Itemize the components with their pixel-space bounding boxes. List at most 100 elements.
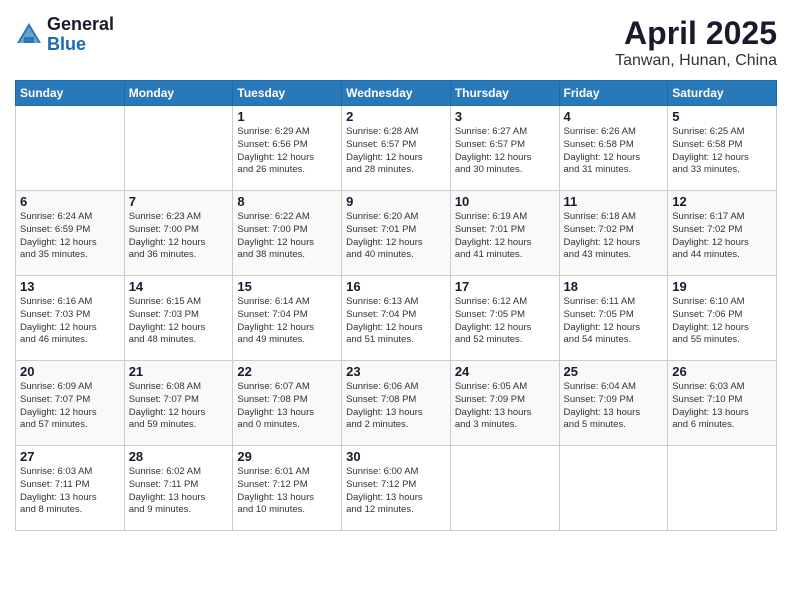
day-number: 22 — [237, 364, 337, 379]
calendar-cell — [668, 446, 777, 531]
header-row: SundayMondayTuesdayWednesdayThursdayFrid… — [16, 81, 777, 106]
calendar-cell: 30 Sunrise: 6:00 AM Sunset: 7:12 PM Dayli… — [342, 446, 451, 531]
day-info: Sunrise: 6:29 AM Sunset: 6:56 PM Dayligh… — [237, 126, 314, 175]
day-number: 18 — [564, 279, 664, 294]
calendar-cell: 9Sunrise: 6:20 AM Sunset: 7:01 PM Daylig… — [342, 191, 451, 276]
calendar-cell: 26 Sunrise: 6:03 AM Sunset: 7:10 PM Dayli… — [668, 361, 777, 446]
calendar-cell: 7Sunrise: 6:23 AM Sunset: 7:00 PM Daylig… — [124, 191, 233, 276]
calendar-cell: 27 Sunrise: 6:03 AM Sunset: 7:11 PM Dayli… — [16, 446, 125, 531]
calendar-cell: 29 Sunrise: 6:01 AM Sunset: 7:12 PM Dayli… — [233, 446, 342, 531]
day-info: Sunrise: 6:07 AM Sunset: 7:08 PM Dayligh… — [237, 381, 314, 430]
calendar-cell: 20Sunrise: 6:09 AM Sunset: 7:07 PM Dayli… — [16, 361, 125, 446]
day-number: 19 — [672, 279, 772, 294]
title-block: April 2025 Tanwan, Hunan, China — [615, 15, 777, 70]
day-info: Sunrise: 6:24 AM Sunset: 6:59 PM Dayligh… — [20, 211, 97, 260]
calendar-cell: 11 Sunrise: 6:18 AM Sunset: 7:02 PM Dayli… — [559, 191, 668, 276]
calendar-cell: 5 Sunrise: 6:25 AM Sunset: 6:58 PM Daylig… — [668, 106, 777, 191]
day-info: Sunrise: 6:10 AM Sunset: 7:06 PM Dayligh… — [672, 296, 749, 345]
calendar-cell: 25 Sunrise: 6:04 AM Sunset: 7:09 PM Dayli… — [559, 361, 668, 446]
day-info: Sunrise: 6:18 AM Sunset: 7:02 PM Dayligh… — [564, 211, 641, 260]
calendar-cell: 18 Sunrise: 6:11 AM Sunset: 7:05 PM Dayli… — [559, 276, 668, 361]
day-info: Sunrise: 6:06 AM Sunset: 7:08 PM Dayligh… — [346, 381, 423, 430]
day-number: 30 — [346, 449, 446, 464]
calendar-cell: 22 Sunrise: 6:07 AM Sunset: 7:08 PM Dayli… — [233, 361, 342, 446]
week-row-4: 27 Sunrise: 6:03 AM Sunset: 7:11 PM Dayli… — [16, 446, 777, 531]
day-number: 23 — [346, 364, 446, 379]
day-number: 1 — [237, 109, 337, 124]
calendar-cell: 8 Sunrise: 6:22 AM Sunset: 7:00 PM Daylig… — [233, 191, 342, 276]
day-info: Sunrise: 6:01 AM Sunset: 7:12 PM Dayligh… — [237, 466, 314, 515]
calendar-cell — [16, 106, 125, 191]
calendar-cell: 24 Sunrise: 6:05 AM Sunset: 7:09 PM Dayli… — [450, 361, 559, 446]
day-number: 8 — [237, 194, 337, 209]
day-info: Sunrise: 6:20 AM Sunset: 7:01 PM Dayligh… — [346, 211, 423, 260]
calendar-cell: 23 Sunrise: 6:06 AM Sunset: 7:08 PM Dayli… — [342, 361, 451, 446]
day-info: Sunrise: 6:14 AM Sunset: 7:04 PM Dayligh… — [237, 296, 314, 345]
day-info: Sunrise: 6:12 AM Sunset: 7:05 PM Dayligh… — [455, 296, 532, 345]
week-row-2: 13 Sunrise: 6:16 AM Sunset: 7:03 PM Dayli… — [16, 276, 777, 361]
day-info: Sunrise: 6:22 AM Sunset: 7:00 PM Dayligh… — [237, 211, 314, 260]
calendar-cell — [559, 446, 668, 531]
page-title: April 2025 — [615, 15, 777, 52]
header-cell-sunday: Sunday — [16, 81, 125, 106]
day-number: 26 — [672, 364, 772, 379]
day-number: 29 — [237, 449, 337, 464]
calendar-cell: 6 Sunrise: 6:24 AM Sunset: 6:59 PM Daylig… — [16, 191, 125, 276]
day-number: 4 — [564, 109, 664, 124]
day-info: Sunrise: 6:25 AM Sunset: 6:58 PM Dayligh… — [672, 126, 749, 175]
day-info: Sunrise: 6:00 AM Sunset: 7:12 PM Dayligh… — [346, 466, 423, 515]
day-number: 14 — [129, 279, 229, 294]
day-info: Sunrise: 6:15 AM Sunset: 7:03 PM Dayligh… — [129, 296, 206, 345]
page: General Blue April 2025 Tanwan, Hunan, C… — [0, 0, 792, 612]
calendar-cell: 14 Sunrise: 6:15 AM Sunset: 7:03 PM Dayli… — [124, 276, 233, 361]
header-cell-wednesday: Wednesday — [342, 81, 451, 106]
day-info: Sunrise: 6:17 AM Sunset: 7:02 PM Dayligh… — [672, 211, 749, 260]
day-info: Sunrise: 6:23 AM Sunset: 7:00 PM Dayligh… — [129, 211, 206, 260]
calendar-cell: 2 Sunrise: 6:28 AM Sunset: 6:57 PM Daylig… — [342, 106, 451, 191]
calendar-cell: 4 Sunrise: 6:26 AM Sunset: 6:58 PM Daylig… — [559, 106, 668, 191]
day-number: 24 — [455, 364, 555, 379]
calendar-cell: 19 Sunrise: 6:10 AM Sunset: 7:06 PM Dayli… — [668, 276, 777, 361]
day-info: Sunrise: 6:05 AM Sunset: 7:09 PM Dayligh… — [455, 381, 532, 430]
day-info: Sunrise: 6:02 AM Sunset: 7:11 PM Dayligh… — [129, 466, 206, 515]
day-info: Sunrise: 6:26 AM Sunset: 6:58 PM Dayligh… — [564, 126, 641, 175]
day-info: Sunrise: 6:16 AM Sunset: 7:03 PM Dayligh… — [20, 296, 97, 345]
header-cell-thursday: Thursday — [450, 81, 559, 106]
day-number: 6 — [20, 194, 120, 209]
logo: General Blue — [15, 15, 114, 55]
calendar-cell: 15 Sunrise: 6:14 AM Sunset: 7:04 PM Dayli… — [233, 276, 342, 361]
day-number: 13 — [20, 279, 120, 294]
day-number: 28 — [129, 449, 229, 464]
calendar-header: SundayMondayTuesdayWednesdayThursdayFrid… — [16, 81, 777, 106]
logo-icon — [15, 21, 43, 49]
day-number: 27 — [20, 449, 120, 464]
calendar-cell — [450, 446, 559, 531]
day-info: Sunrise: 6:28 AM Sunset: 6:57 PM Dayligh… — [346, 126, 423, 175]
day-number: 12 — [672, 194, 772, 209]
day-info: Sunrise: 6:04 AM Sunset: 7:09 PM Dayligh… — [564, 381, 641, 430]
day-number: 11 — [564, 194, 664, 209]
day-number: 3 — [455, 109, 555, 124]
calendar-cell: 3Sunrise: 6:27 AM Sunset: 6:57 PM Daylig… — [450, 106, 559, 191]
day-info: Sunrise: 6:03 AM Sunset: 7:11 PM Dayligh… — [20, 466, 97, 515]
header-cell-monday: Monday — [124, 81, 233, 106]
page-subtitle: Tanwan, Hunan, China — [615, 52, 777, 70]
day-info: Sunrise: 6:08 AM Sunset: 7:07 PM Dayligh… — [129, 381, 206, 430]
logo-general-text: General — [47, 15, 114, 35]
day-info: Sunrise: 6:19 AM Sunset: 7:01 PM Dayligh… — [455, 211, 532, 260]
calendar-cell: 12 Sunrise: 6:17 AM Sunset: 7:02 PM Dayli… — [668, 191, 777, 276]
calendar-cell: 1 Sunrise: 6:29 AM Sunset: 6:56 PM Daylig… — [233, 106, 342, 191]
day-number: 15 — [237, 279, 337, 294]
day-number: 20 — [20, 364, 120, 379]
day-number: 16 — [346, 279, 446, 294]
day-info: Sunrise: 6:03 AM Sunset: 7:10 PM Dayligh… — [672, 381, 749, 430]
day-number: 10 — [455, 194, 555, 209]
day-number: 2 — [346, 109, 446, 124]
week-row-3: 20Sunrise: 6:09 AM Sunset: 7:07 PM Dayli… — [16, 361, 777, 446]
day-number: 5 — [672, 109, 772, 124]
day-info: Sunrise: 6:13 AM Sunset: 7:04 PM Dayligh… — [346, 296, 423, 345]
day-number: 25 — [564, 364, 664, 379]
header-cell-tuesday: Tuesday — [233, 81, 342, 106]
calendar-cell: 16 Sunrise: 6:13 AM Sunset: 7:04 PM Dayli… — [342, 276, 451, 361]
day-info: Sunrise: 6:11 AM Sunset: 7:05 PM Dayligh… — [564, 296, 641, 345]
